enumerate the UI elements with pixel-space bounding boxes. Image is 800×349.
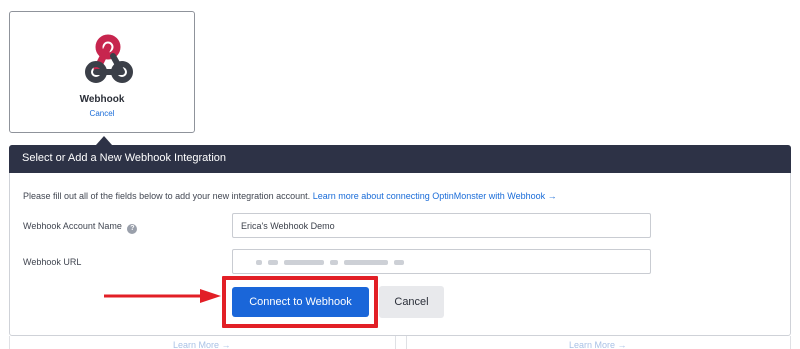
account-name-input[interactable] bbox=[232, 213, 651, 238]
panel-title: Select or Add a New Webhook Integration bbox=[22, 152, 227, 164]
intro-text: Please fill out all of the fields below … bbox=[23, 191, 557, 201]
help-circle-icon[interactable]: ? bbox=[127, 224, 138, 234]
highlight-box bbox=[222, 276, 378, 328]
intro-sentence: Please fill out all of the fields below … bbox=[23, 191, 311, 201]
webhook-url-input[interactable] bbox=[232, 249, 651, 274]
card-cancel-link[interactable]: Cancel bbox=[10, 109, 194, 118]
divider bbox=[9, 336, 10, 349]
webhook-integration-card[interactable]: Webhook Cancel bbox=[9, 11, 195, 133]
divider bbox=[790, 336, 791, 349]
panel-header: Select or Add a New Webhook Integration bbox=[9, 145, 791, 173]
learn-more-link-left[interactable]: Learn More → bbox=[173, 340, 231, 349]
annotation-arrow-icon bbox=[104, 289, 221, 303]
integration-panel: Select or Add a New Webhook Integration … bbox=[9, 145, 791, 336]
divider bbox=[406, 336, 407, 349]
learn-more-link[interactable]: Learn more about connecting OptinMonster… bbox=[313, 191, 557, 201]
webhook-icon bbox=[85, 34, 133, 83]
cancel-button[interactable]: Cancel bbox=[379, 286, 444, 318]
learn-more-link-right[interactable]: Learn More → bbox=[569, 340, 627, 349]
integration-name: Webhook bbox=[79, 94, 125, 105]
card-pointer bbox=[96, 136, 112, 145]
account-name-label-text: Webhook Account Name bbox=[23, 221, 122, 231]
divider bbox=[395, 336, 396, 349]
account-name-label: Webhook Account Name ? bbox=[23, 221, 138, 234]
webhook-url-label: Webhook URL bbox=[23, 257, 82, 267]
